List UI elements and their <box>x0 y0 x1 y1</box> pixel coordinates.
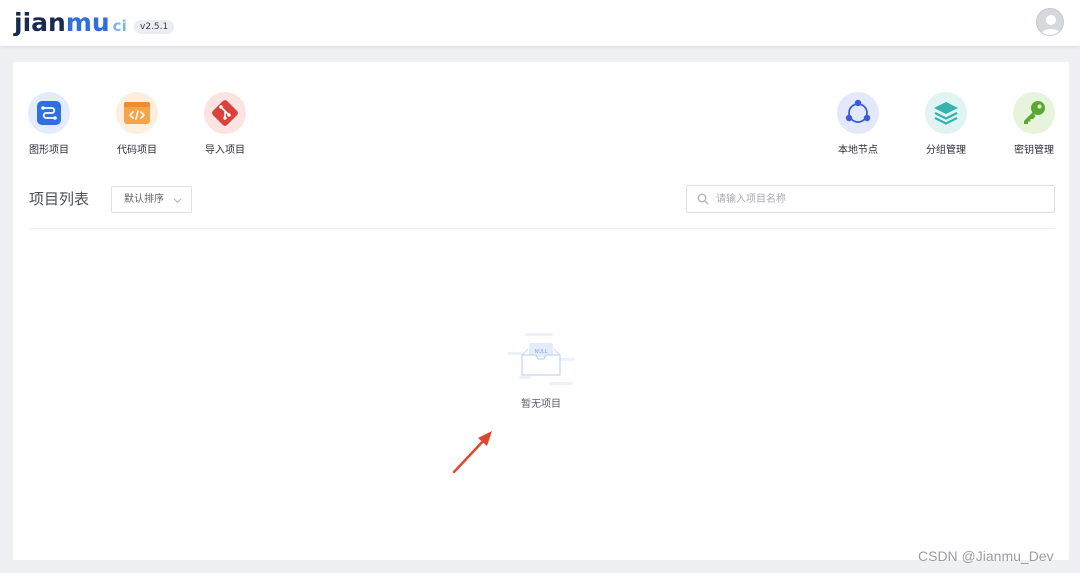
graph-project-icon <box>28 92 70 134</box>
empty-box-icon: NULL <box>507 333 575 385</box>
sort-select-value: 默认排序 <box>124 194 164 205</box>
empty-null-badge: NULL <box>535 349 548 355</box>
group-layers-icon <box>925 92 967 134</box>
empty-state-text: 暂无项目 <box>521 399 561 410</box>
shortcut-label: 密钥管理 <box>1014 145 1054 156</box>
logo-ci-text: ci <box>112 17 127 35</box>
shortcut-group-manage[interactable]: 分组管理 <box>916 92 976 156</box>
local-node-icon <box>837 92 879 134</box>
chevron-down-icon <box>173 198 182 204</box>
search-input[interactable] <box>714 189 1044 209</box>
shortcut-label: 代码项目 <box>117 145 157 156</box>
shortcut-import-project[interactable]: 导入项目 <box>195 92 255 156</box>
top-header: jianmu ci v2.5.1 <box>0 0 1080 46</box>
project-list-title: 项目列表 <box>29 190 90 208</box>
avatar-icon <box>1041 15 1061 35</box>
list-divider <box>29 228 1055 229</box>
shortcut-key-manage[interactable]: 密钥管理 <box>1004 92 1064 156</box>
sort-select[interactable]: 默认排序 <box>111 186 192 213</box>
search-icon <box>697 193 709 205</box>
user-avatar[interactable] <box>1036 8 1064 36</box>
shortcut-graph-project[interactable]: 图形项目 <box>19 92 79 156</box>
project-search[interactable] <box>686 185 1055 213</box>
main-panel: 图形项目 代码项目 导入项目 本地节点 分组管理 密钥管理 项目列表 默认排序 … <box>13 62 1069 560</box>
key-icon <box>1013 92 1055 134</box>
code-project-icon <box>116 92 158 134</box>
shortcut-label: 本地节点 <box>838 145 878 156</box>
logo-text: jianmu <box>14 8 110 37</box>
shortcut-label: 分组管理 <box>926 145 966 156</box>
annotation-arrow-icon <box>452 431 492 474</box>
watermark-text: CSDN @Jianmu_Dev <box>918 548 1054 564</box>
version-badge: v2.5.1 <box>134 20 175 34</box>
shortcut-code-project[interactable]: 代码项目 <box>107 92 167 156</box>
shortcut-label: 图形项目 <box>29 145 69 156</box>
shortcut-local-node[interactable]: 本地节点 <box>828 92 888 156</box>
jianmu-logo[interactable]: jianmu ci <box>14 6 127 40</box>
git-import-icon <box>204 92 246 134</box>
shortcut-label: 导入项目 <box>205 145 245 156</box>
